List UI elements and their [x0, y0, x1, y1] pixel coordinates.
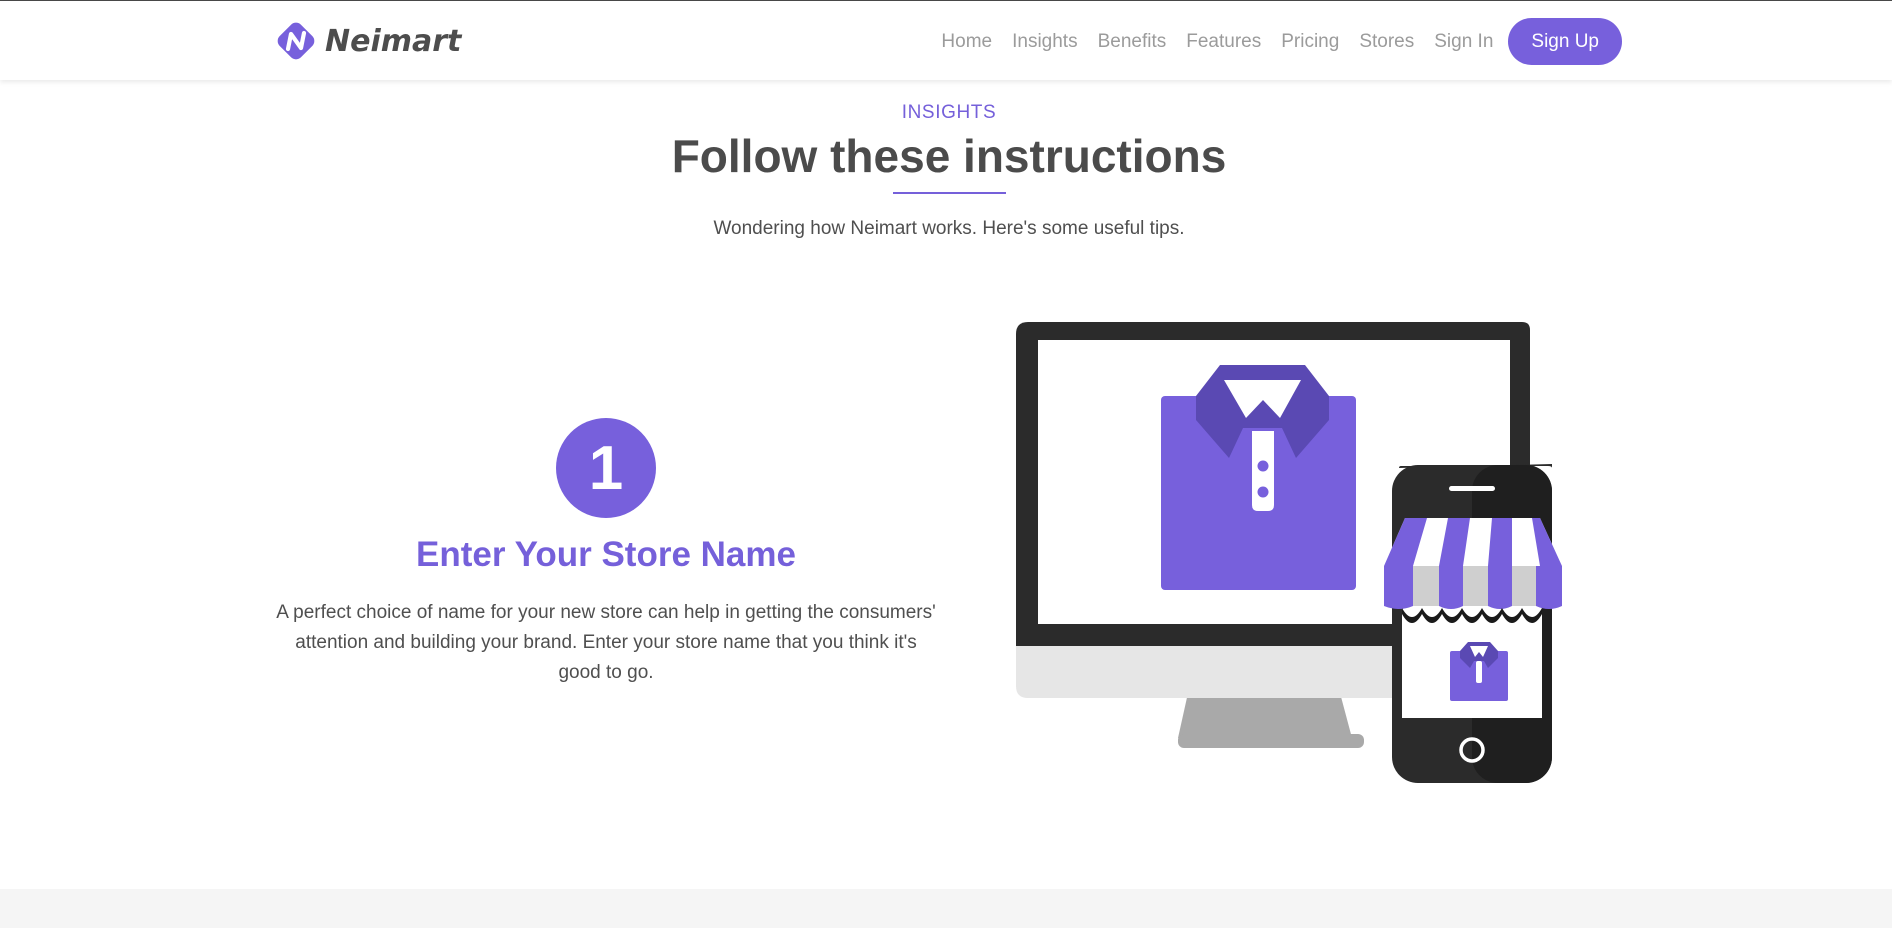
brand-logo[interactable]: Neimart — [276, 21, 461, 61]
step-number-badge: 1 — [556, 418, 656, 518]
title-underline — [893, 192, 1006, 194]
nav-link-insights[interactable]: Insights — [1012, 31, 1077, 53]
page: Neimart Home Insights Benefits Features … — [0, 0, 1892, 928]
nav-link-sign-in[interactable]: Sign In — [1434, 31, 1493, 53]
desktop-and-phone-store-icon — [1010, 318, 1585, 788]
nav-link-home[interactable]: Home — [941, 31, 992, 53]
step-description: A perfect choice of name for your new st… — [276, 602, 936, 683]
nav-link-pricing[interactable]: Pricing — [1281, 31, 1339, 53]
next-section-band — [0, 889, 1892, 928]
sign-up-button[interactable]: Sign Up — [1508, 18, 1622, 65]
navbar: Neimart Home Insights Benefits Features … — [0, 1, 1892, 80]
neimart-logo-icon — [276, 21, 316, 61]
step-title: Enter Your Store Name — [416, 535, 796, 574]
section-title: Follow these instructions — [671, 130, 1227, 182]
nav-link-features[interactable]: Features — [1186, 31, 1261, 53]
section-eyebrow: INSIGHTS — [901, 102, 997, 123]
step-number: 1 — [588, 433, 624, 503]
nav-link-benefits[interactable]: Benefits — [1098, 31, 1167, 53]
nav-link-stores[interactable]: Stores — [1359, 31, 1414, 53]
main-nav: Home Insights Benefits Features Pricing … — [941, 18, 1622, 65]
section-subtitle: Wondering how Neimart works. Here's some… — [713, 218, 1185, 239]
brand-name: Neimart — [325, 23, 462, 59]
